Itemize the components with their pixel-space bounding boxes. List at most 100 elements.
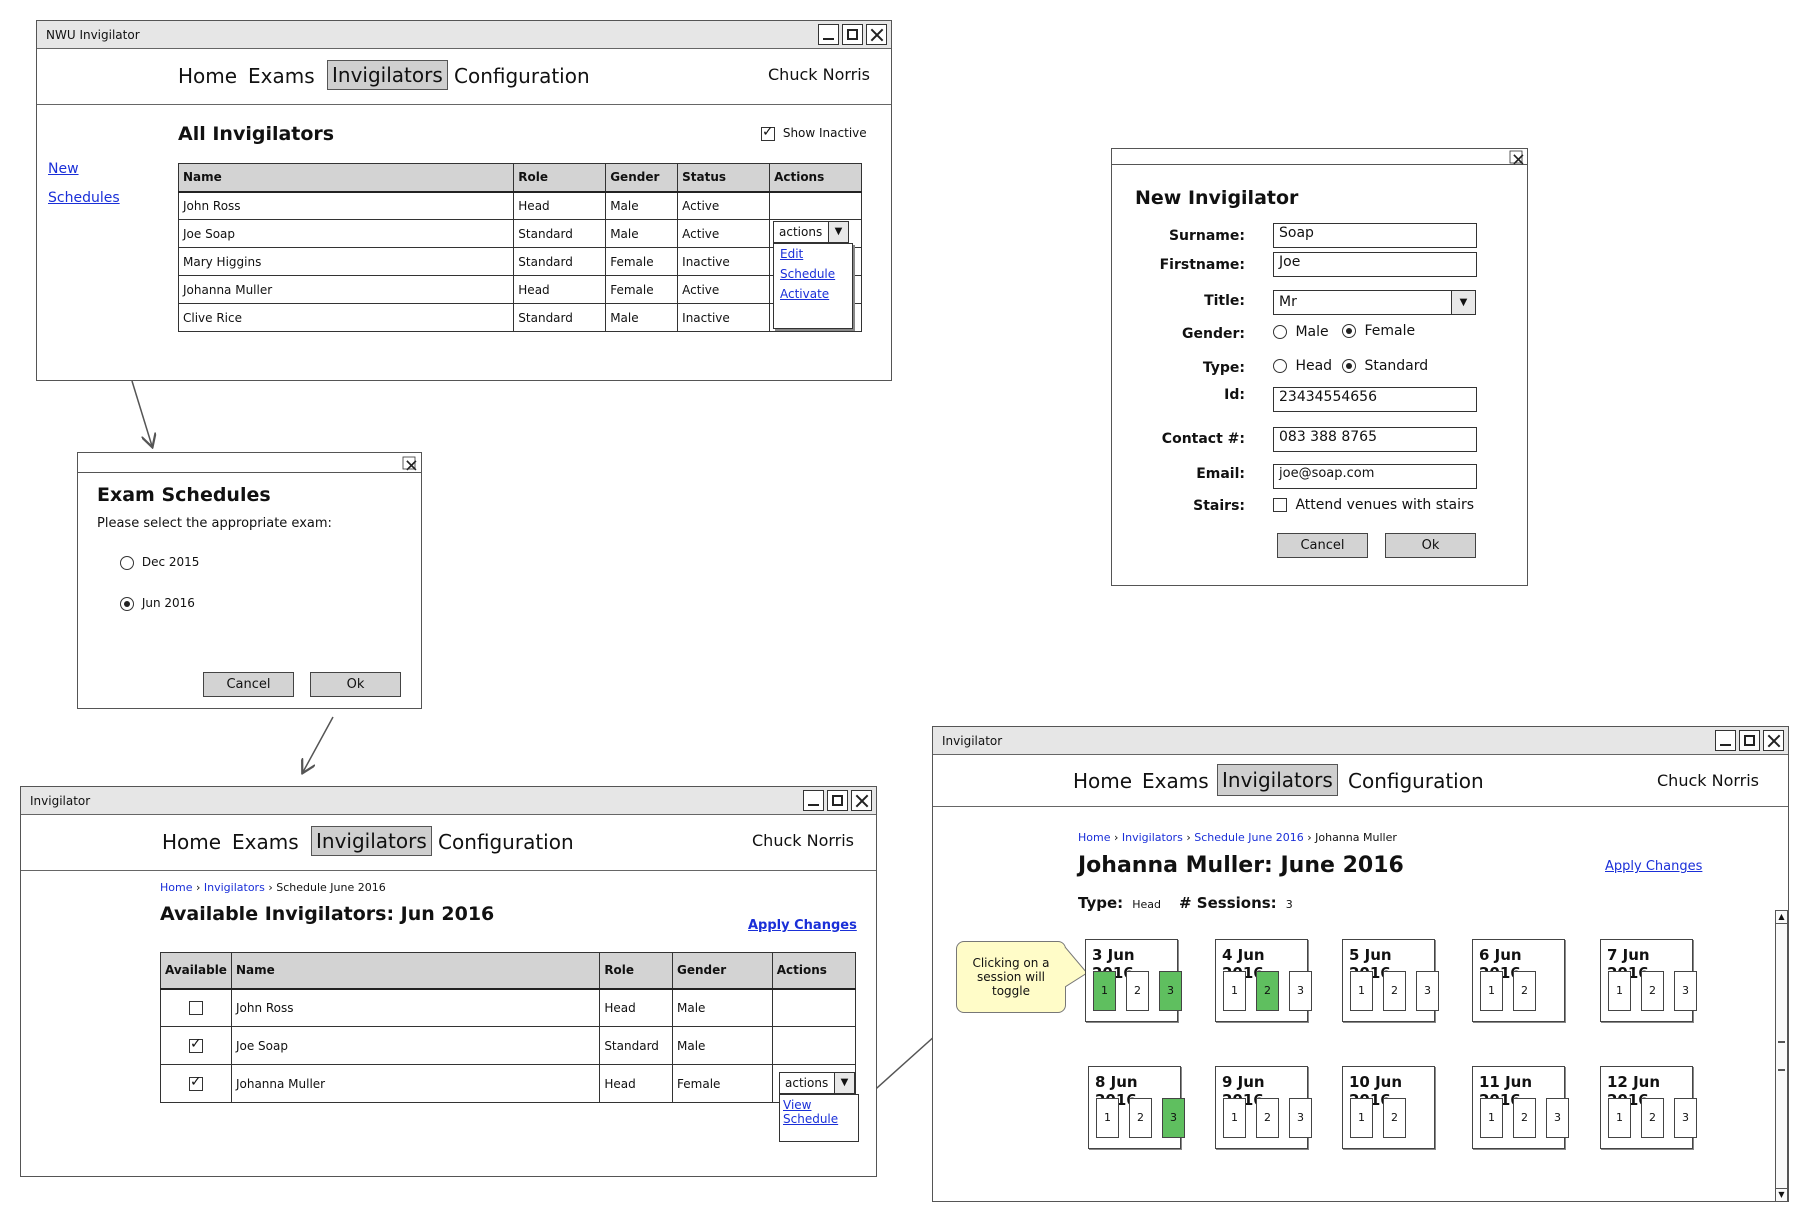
radio-button[interactable] [1273,325,1287,339]
scroll-up-icon[interactable]: ▲ [1776,911,1787,924]
radio-button[interactable] [1273,359,1287,373]
table-row[interactable]: Clive Rice Standard Male Inactive [177,303,862,332]
session-toggle[interactable]: 1 [1608,971,1631,1011]
user-name[interactable]: Chuck Norris [752,831,854,850]
table-row[interactable]: Mary Higgins Standard Female Inactive [177,247,862,276]
scroll-thumb[interactable] [1778,1041,1785,1071]
cancel-button[interactable]: Cancel [203,672,294,697]
apply-changes-link[interactable]: Apply Changes [1605,859,1702,874]
session-toggle[interactable]: 1 [1350,971,1373,1011]
session-toggle[interactable]: 3 [1416,971,1439,1011]
session-toggle[interactable]: 2 [1383,971,1406,1011]
radio-button-selected[interactable] [120,596,134,611]
actions-dropdown[interactable]: actions ▼ [773,221,849,243]
table-row[interactable]: John Ross Head Male [160,988,857,1027]
col-header-role[interactable]: Role [599,952,674,990]
radio-button-selected[interactable] [1342,359,1356,373]
col-header-available[interactable]: Available [160,952,232,990]
email-field[interactable]: joe@soap.com [1273,464,1477,489]
contact-field[interactable]: 083 388 8765 [1273,427,1477,452]
session-toggle[interactable]: 2 [1641,1098,1664,1138]
actions-dropdown[interactable]: actions ▼ [779,1072,855,1094]
nav-invigilators[interactable]: Invigilators [311,826,432,856]
table-row[interactable]: Joe Soap Standard Male Active [177,219,862,248]
close-button[interactable] [866,24,887,45]
session-toggle[interactable]: 2 [1256,1098,1279,1138]
breadcrumb-invigilators[interactable]: Invigilators [1122,831,1183,844]
session-toggle[interactable]: 2 [1513,971,1536,1011]
surname-field[interactable]: Soap [1273,223,1477,248]
session-toggle[interactable]: 2 [1129,1098,1152,1138]
close-button[interactable] [1763,730,1784,751]
vertical-scrollbar[interactable]: ▲ ▼ [1775,910,1788,1202]
nav-exams[interactable]: Exams [1138,767,1213,795]
firstname-field[interactable]: Joe [1273,252,1477,277]
session-toggle[interactable]: 3 [1289,971,1312,1011]
sidebar-link-schedules[interactable]: Schedules [48,190,120,206]
session-toggle[interactable]: 3 [1546,1098,1569,1138]
table-row[interactable]: Joe Soap Standard Male [160,1026,857,1065]
session-toggle[interactable]: 1 [1350,1098,1373,1138]
col-header-gender[interactable]: Gender [672,952,773,990]
session-toggle[interactable]: 2 [1513,1098,1536,1138]
session-toggle[interactable]: 3 [1674,1098,1697,1138]
table-row[interactable]: John Ross Head Male Active [177,191,862,220]
col-header-status[interactable]: Status [677,163,771,193]
col-header-name[interactable]: Name [230,952,601,990]
menu-item-activate[interactable]: Activate [774,284,852,304]
nav-home[interactable]: Home [158,828,225,856]
close-button[interactable] [402,456,416,470]
table-row[interactable]: Johanna Muller Head Female [160,1064,857,1103]
breadcrumb-schedule[interactable]: Schedule June 2016 [1194,831,1304,844]
scroll-down-icon[interactable]: ▼ [1776,1188,1787,1201]
id-field[interactable]: 23434554656 [1273,387,1477,412]
session-toggle[interactable]: 1 [1480,971,1503,1011]
menu-item-schedule[interactable]: Schedule [774,264,852,284]
breadcrumb-invigilators[interactable]: Invigilators [204,881,265,894]
cancel-button[interactable]: Cancel [1277,533,1368,558]
type-option-standard[interactable]: Standard [1342,358,1428,374]
session-toggle[interactable]: 3 [1674,971,1697,1011]
user-name[interactable]: Chuck Norris [768,65,870,84]
session-toggle[interactable]: 3 [1289,1098,1312,1138]
nav-exams[interactable]: Exams [228,828,303,856]
apply-changes-link[interactable]: Apply Changes [748,918,857,933]
minimize-button[interactable] [1715,730,1736,751]
exam-option-dec-2015[interactable]: Dec 2015 [120,555,199,570]
stairs-toggle[interactable]: Attend venues with stairs [1273,497,1474,513]
available-checkbox[interactable] [188,1074,203,1091]
nav-invigilators[interactable]: Invigilators [327,60,448,90]
session-toggle[interactable]: 1 [1223,1098,1246,1138]
session-toggle[interactable]: 2 [1383,1098,1406,1138]
radio-button[interactable] [120,555,134,570]
radio-button-selected[interactable] [1342,324,1356,338]
minimize-button[interactable] [818,24,839,45]
exam-option-jun-2016[interactable]: Jun 2016 [120,596,195,611]
nav-home[interactable]: Home [1069,767,1136,795]
nav-invigilators[interactable]: Invigilators [1217,764,1338,796]
breadcrumb-home[interactable]: Home [1078,831,1110,844]
show-inactive-toggle[interactable]: Show Inactive [761,124,867,141]
nav-home[interactable]: Home [174,62,241,90]
user-name[interactable]: Chuck Norris [1657,771,1759,790]
session-toggle[interactable]: 2 [1126,971,1149,1011]
maximize-button[interactable] [1739,730,1760,751]
session-toggle[interactable]: 1 [1096,1098,1119,1138]
close-button[interactable] [1509,150,1523,164]
session-toggle[interactable]: 2 [1641,971,1664,1011]
available-checkbox[interactable] [188,1001,203,1015]
session-toggle[interactable]: 3 [1162,1098,1185,1138]
menu-item-edit[interactable]: Edit [774,244,852,264]
stairs-checkbox[interactable] [1273,498,1287,512]
available-checkbox[interactable] [188,1036,203,1053]
chevron-down-icon[interactable]: ▼ [1451,291,1475,314]
session-toggle[interactable]: 1 [1480,1098,1503,1138]
session-toggle[interactable]: 1 [1608,1098,1631,1138]
minimize-button[interactable] [803,790,824,811]
session-toggle[interactable]: 2 [1256,971,1279,1011]
ok-button[interactable]: Ok [310,672,401,697]
nav-configuration[interactable]: Configuration [434,828,578,856]
title-select[interactable]: Mr ▼ [1273,290,1476,315]
gender-option-female[interactable]: Female [1342,323,1415,339]
nav-configuration[interactable]: Configuration [1344,767,1488,795]
